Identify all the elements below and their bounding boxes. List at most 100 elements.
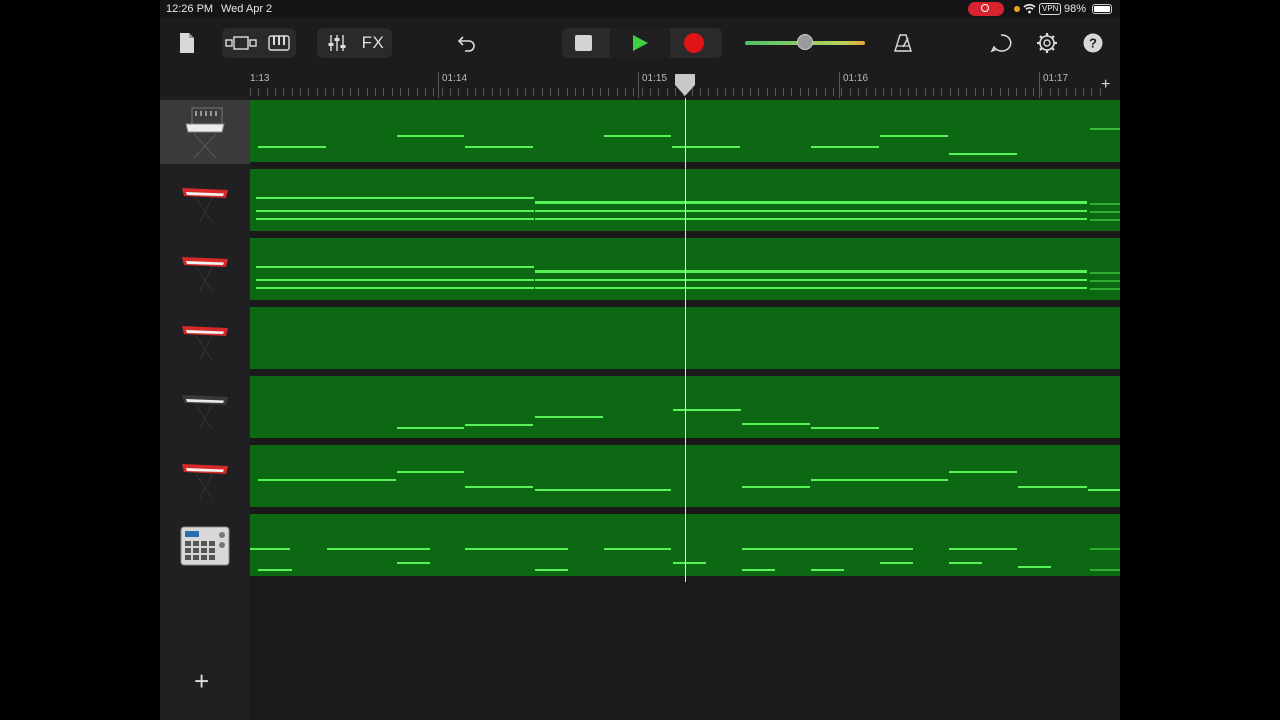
ruler-tick xyxy=(1058,88,1059,96)
ruler-tick xyxy=(250,88,251,96)
playhead-handle[interactable] xyxy=(673,73,697,97)
record-button[interactable] xyxy=(684,33,704,53)
ruler-tick xyxy=(291,88,293,96)
ruler-tick xyxy=(724,88,726,96)
master-volume-slider[interactable] xyxy=(745,34,865,50)
track-header-6[interactable] xyxy=(160,445,250,509)
track-header-3[interactable] xyxy=(160,238,250,302)
help-button[interactable]: ? xyxy=(1078,28,1108,58)
ruler-tick xyxy=(949,88,951,96)
ruler-tick xyxy=(1033,88,1034,96)
ruler-tick xyxy=(708,88,710,96)
track-header-7[interactable] xyxy=(160,514,250,578)
ruler-tick xyxy=(833,88,835,96)
ruler-tick xyxy=(1008,88,1009,96)
fx-button[interactable]: FX xyxy=(358,28,388,58)
ruler-tick xyxy=(974,88,976,96)
ruler-tick xyxy=(858,88,860,96)
battery-percent: 98% xyxy=(1064,3,1087,15)
ruler-tick xyxy=(633,88,635,96)
add-track-button[interactable]: + xyxy=(194,668,209,694)
status-date: Wed Apr 2 xyxy=(221,3,273,15)
ruler-tick xyxy=(325,88,326,96)
keyboard-icon xyxy=(268,35,290,51)
ruler-tick xyxy=(574,88,576,96)
battery-icon xyxy=(1092,4,1112,14)
ruler-tick xyxy=(374,88,376,96)
ruler-tick xyxy=(333,88,335,96)
loop-browser-button[interactable] xyxy=(986,28,1016,58)
ruler-tick xyxy=(908,88,910,96)
ruler-tick xyxy=(1049,88,1051,96)
help-icon: ? xyxy=(1083,33,1103,53)
playhead-line[interactable] xyxy=(685,98,686,582)
ruler-tick xyxy=(624,88,626,96)
settings-icon xyxy=(1037,33,1057,53)
ruler-label: 01:14 xyxy=(442,73,468,84)
status-bar: 12:26 PM Wed Apr 2 VPN 98% xyxy=(160,0,1120,18)
stop-button[interactable] xyxy=(575,35,592,51)
ruler-tick xyxy=(874,88,876,96)
ruler-tick xyxy=(1083,88,1084,96)
my-songs-button[interactable] xyxy=(174,28,200,58)
ruler-tick xyxy=(408,88,410,96)
track-header-1[interactable] xyxy=(160,100,250,164)
ruler-label: 01:15 xyxy=(642,73,668,84)
track-header-4[interactable] xyxy=(160,307,250,371)
ruler-tick xyxy=(658,88,660,96)
ruler-tick xyxy=(591,88,593,96)
ruler-tick xyxy=(983,88,984,96)
ruler-tick xyxy=(458,88,460,96)
ruler-tick xyxy=(1074,88,1076,96)
ruler-tick xyxy=(841,88,843,96)
mixer-button[interactable] xyxy=(322,28,352,58)
ruler-tick xyxy=(733,88,735,96)
ruler-tick xyxy=(999,88,1001,96)
keyboard-button[interactable] xyxy=(264,28,294,58)
ruler-tick xyxy=(991,88,993,96)
ruler-tick xyxy=(824,88,826,96)
ruler-tick xyxy=(316,88,318,96)
settings-button[interactable] xyxy=(1032,28,1062,58)
master-volume-knob[interactable] xyxy=(797,34,813,50)
ruler-label: 1:13 xyxy=(250,73,270,84)
tracks-view-button[interactable] xyxy=(224,28,258,58)
vpn-badge: VPN xyxy=(1039,3,1062,15)
ruler-bar-line xyxy=(1039,72,1040,98)
synth-keyboard-icon xyxy=(185,107,225,159)
play-button[interactable] xyxy=(610,28,670,58)
screen-recording-indicator[interactable] xyxy=(968,2,1004,16)
ruler-tick xyxy=(258,88,260,96)
ruler-tick xyxy=(491,88,493,96)
ruler-tick xyxy=(766,88,768,96)
ruler-tick xyxy=(641,88,643,96)
loop-browser-icon xyxy=(990,34,1012,53)
ruler-tick xyxy=(608,88,610,96)
ruler-tick xyxy=(266,88,268,96)
ruler-tick xyxy=(791,88,793,96)
track-header-2[interactable] xyxy=(160,169,250,233)
ruler-tick xyxy=(366,88,368,96)
ruler-tick xyxy=(666,88,668,96)
ruler-tick xyxy=(933,88,935,96)
drum-machine-icon xyxy=(180,526,230,566)
ruler-tick xyxy=(1016,88,1018,96)
ruler-tick xyxy=(583,88,585,96)
track-header-5[interactable] xyxy=(160,376,250,440)
undo-button[interactable] xyxy=(452,28,482,58)
fx-label: FX xyxy=(361,33,385,52)
ruler-tick xyxy=(849,88,851,96)
metronome-button[interactable] xyxy=(888,28,918,58)
ruler-tick xyxy=(549,88,551,96)
status-time: 12:26 PM xyxy=(166,3,214,15)
add-section-button[interactable]: + xyxy=(1101,76,1110,94)
transport-controls xyxy=(562,28,722,58)
ruler-tick xyxy=(616,88,618,96)
toolbar: FX ? xyxy=(160,18,1120,68)
ruler-tick xyxy=(866,88,868,96)
ruler-tick xyxy=(649,88,651,96)
ruler-tick xyxy=(433,88,435,96)
ruler-tick xyxy=(283,88,285,96)
ruler-tick xyxy=(749,88,751,96)
ruler-tick xyxy=(541,88,543,96)
